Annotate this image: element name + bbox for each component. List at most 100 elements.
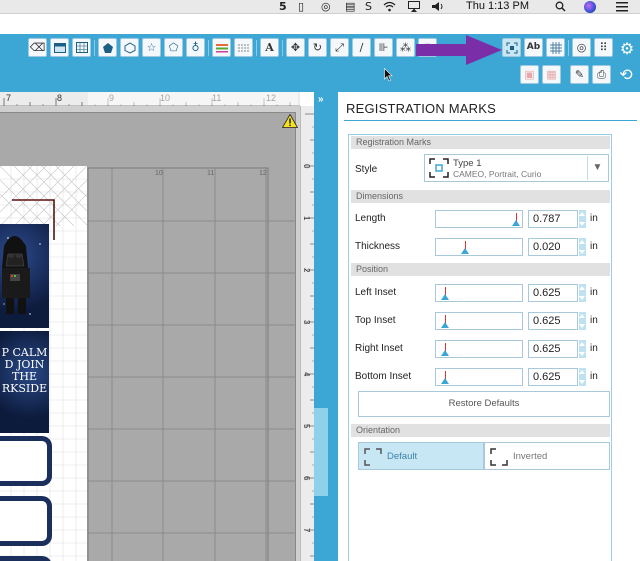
- restore-defaults-button[interactable]: Restore Defaults: [358, 391, 610, 417]
- menu-icon[interactable]: [616, 2, 628, 12]
- ruler-label: 5: [302, 424, 311, 429]
- vertical-ruler-ticks: [305, 113, 315, 557]
- toolbar-separator: [256, 40, 257, 56]
- main-toolbar: ⌫ ☆ ⬠ ♁ A ✥ ↻ ⤢ ∕ ⊪ ⁂ Ab ◎ ⠿ ⚙ ▣ ▦ ✎ ⎙ ⟲: [0, 34, 640, 92]
- ruler-label: 1: [302, 216, 311, 221]
- right-inset-slider[interactable]: [435, 340, 523, 358]
- section-header-registration-marks: Registration Marks: [351, 136, 610, 149]
- ab-text-icon[interactable]: Ab: [524, 38, 543, 57]
- bottom-inset-label: Bottom Inset: [355, 371, 412, 382]
- rectangle-fill-icon[interactable]: [50, 38, 69, 57]
- eraser-icon[interactable]: ⌫: [28, 38, 47, 57]
- dot-grid-icon[interactable]: [546, 38, 565, 57]
- ruler-label: 0: [302, 164, 311, 169]
- toolbar-separator: [568, 40, 569, 56]
- orientation-default-label: Default: [387, 451, 418, 462]
- bottom-inset-input[interactable]: 0.625: [528, 368, 578, 386]
- right-inset-stepper[interactable]: [579, 340, 586, 358]
- design-canvas[interactable]: 7 8 9 10 11 12 10 11 12: [0, 92, 300, 561]
- offset-icon[interactable]: ◎: [572, 38, 591, 57]
- top-inset-label: Top Inset: [355, 315, 396, 326]
- search-icon[interactable]: [555, 1, 566, 12]
- label-shape[interactable]: [0, 556, 52, 561]
- draw-icon[interactable]: ♁: [186, 38, 205, 57]
- refresh-icon[interactable]: ⟲: [616, 65, 636, 85]
- silhouette-icon[interactable]: S: [365, 1, 372, 13]
- tracking-icon[interactable]: ⠿: [594, 38, 613, 57]
- left-inset-slider[interactable]: [435, 284, 523, 302]
- lines-thin-icon[interactable]: [234, 38, 253, 57]
- registration-marks-panel: REGISTRATION MARKS Registration Marks St…: [334, 92, 640, 561]
- ruler-label: 6: [302, 476, 311, 481]
- top-inset-slider[interactable]: [435, 312, 523, 330]
- left-inset-input[interactable]: 0.625: [528, 284, 578, 302]
- thickness-input[interactable]: 0.020: [528, 238, 578, 256]
- airplay-icon[interactable]: [408, 1, 420, 12]
- toolbar-row-1: ⌫ ☆ ⬠ ♁ A ✥ ↻ ⤢ ∕ ⊪ ⁂ Ab ◎ ⠿: [28, 38, 640, 60]
- right-inset-input[interactable]: 0.625: [528, 340, 578, 358]
- quote-card[interactable]: P CALM D JOIN THE RKSIDE: [0, 331, 49, 433]
- thickness-unit: in: [590, 241, 598, 252]
- grid-fill-icon[interactable]: [72, 38, 91, 57]
- warning-icon[interactable]: [282, 114, 298, 128]
- chevron-down-icon[interactable]: ▼: [587, 156, 607, 180]
- section-header-orientation: Orientation: [351, 424, 610, 437]
- label-shape[interactable]: [0, 496, 52, 546]
- vertical-scrollbar-thumb[interactable]: [314, 408, 328, 496]
- bottom-inset-stepper[interactable]: [579, 368, 586, 386]
- mat-label: 12: [259, 170, 267, 177]
- lines-icon[interactable]: [212, 38, 231, 57]
- length-slider[interactable]: [435, 210, 523, 228]
- send-icon[interactable]: ⎙: [592, 65, 611, 84]
- vertical-ruler: 0 1 2 3 4 5 6 7: [300, 106, 315, 561]
- registration-marks-icon[interactable]: [502, 38, 521, 57]
- panel-title: REGISTRATION MARKS: [346, 101, 496, 116]
- orientation-default-option[interactable]: Default: [358, 442, 484, 470]
- style-dropdown[interactable]: Type 1 CAMEO, Portrait, Curio ▼: [424, 154, 609, 182]
- right-inset-label: Right Inset: [355, 343, 403, 354]
- label-shape[interactable]: [0, 436, 52, 486]
- volume-icon[interactable]: [431, 1, 445, 12]
- darth-vader-icon: [2, 236, 41, 315]
- thickness-slider[interactable]: [435, 238, 523, 256]
- hexagon-icon[interactable]: [120, 38, 139, 57]
- menubar-clock[interactable]: Thu 1:13 PM: [466, 0, 529, 13]
- collapse-panel-icon[interactable]: »: [318, 94, 324, 105]
- creative-cloud-icon[interactable]: ◎: [321, 1, 331, 13]
- eraser2-icon[interactable]: ✎: [570, 65, 589, 84]
- length-input[interactable]: 0.787: [528, 210, 578, 228]
- left-inset-stepper[interactable]: [579, 284, 586, 302]
- mouse-cursor-icon: [384, 68, 393, 82]
- siri-icon[interactable]: [584, 1, 596, 13]
- transform-icon[interactable]: ✥: [286, 38, 305, 57]
- thickness-stepper[interactable]: [579, 238, 586, 256]
- top-inset-stepper[interactable]: [579, 312, 586, 330]
- star-icon[interactable]: ☆: [142, 38, 161, 57]
- film-icon[interactable]: ▯: [298, 1, 304, 13]
- character-card-image[interactable]: [0, 224, 49, 328]
- scale-icon[interactable]: ⤢: [330, 38, 349, 57]
- top-inset-input[interactable]: 0.625: [528, 312, 578, 330]
- settings-icon[interactable]: ⚙: [617, 39, 637, 59]
- app-five-icon[interactable]: 5: [279, 1, 287, 13]
- bottom-inset-slider[interactable]: [435, 368, 523, 386]
- pentagon-icon[interactable]: [98, 38, 117, 57]
- panel-title-divider: [344, 120, 637, 121]
- horizontal-ruler: 7 8 9 10 11 12: [0, 92, 300, 106]
- rotate-icon[interactable]: ↻: [308, 38, 327, 57]
- media-icon[interactable]: ▦: [542, 65, 561, 84]
- pencil-icon[interactable]: ∕: [352, 38, 371, 57]
- right-inset-unit: in: [590, 343, 598, 354]
- thickness-label: Thickness: [355, 241, 401, 252]
- orientation-inverted-option[interactable]: Inverted: [484, 442, 610, 470]
- text-icon[interactable]: A: [260, 38, 279, 57]
- page-icon[interactable]: ▣: [520, 65, 539, 84]
- align-icon[interactable]: ⊪: [374, 38, 393, 57]
- length-stepper[interactable]: [579, 210, 586, 228]
- section-header-dimensions: Dimensions: [351, 190, 610, 203]
- bookmark-icon[interactable]: ▤: [345, 1, 355, 13]
- wifi-icon[interactable]: [383, 1, 396, 12]
- replicate-icon[interactable]: ⁂: [396, 38, 415, 57]
- macos-menubar: 5 ▯ ◎ ▤ S Thu 1:13 PM: [0, 0, 640, 14]
- cut-shape-icon[interactable]: ⬠: [164, 38, 183, 57]
